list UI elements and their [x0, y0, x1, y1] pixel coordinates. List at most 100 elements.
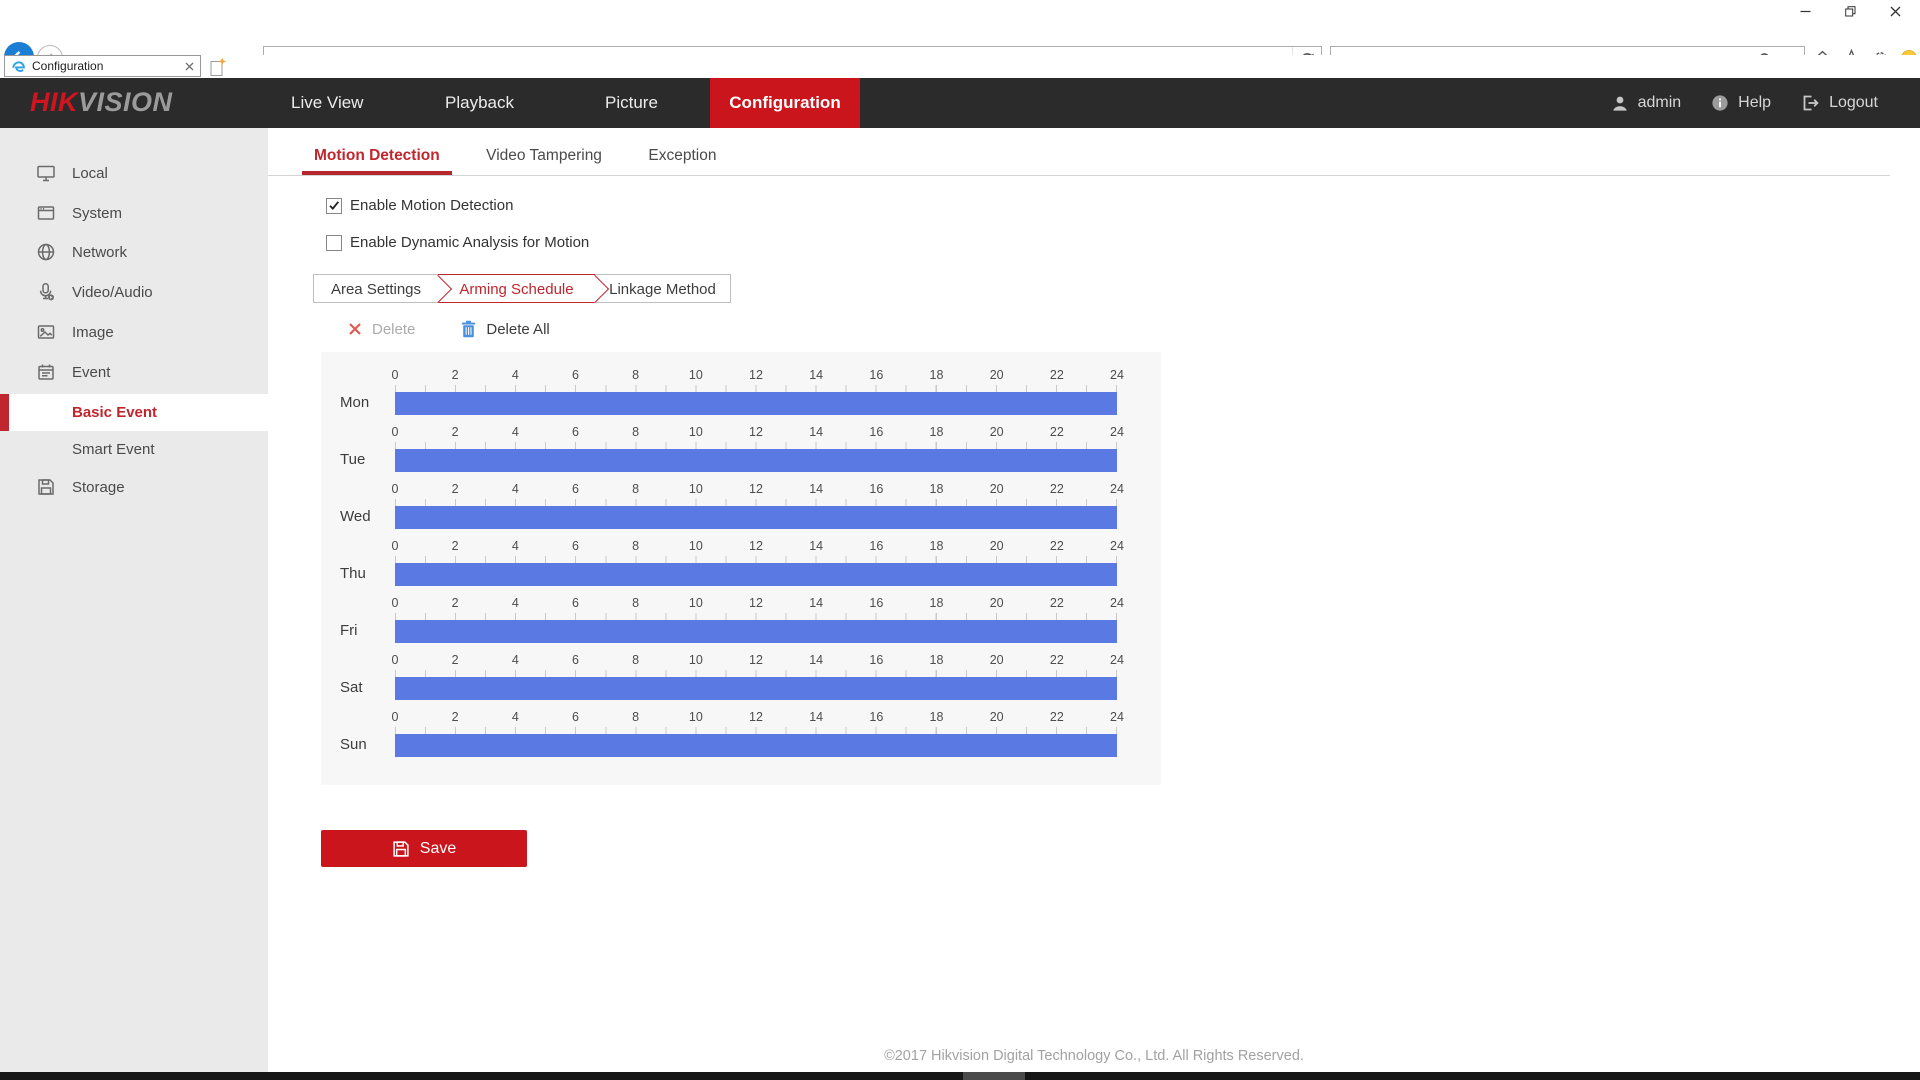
- timeline: 024681012141618202224: [395, 710, 1117, 757]
- tick-label: 18: [930, 653, 944, 667]
- schedule-track[interactable]: [395, 734, 1117, 757]
- tick-label: 24: [1110, 539, 1124, 553]
- tick-label: 0: [392, 710, 399, 724]
- browser-tab[interactable]: Configuration: [4, 55, 201, 77]
- save-floppy-icon: [392, 840, 410, 858]
- tick-label: 20: [990, 425, 1004, 439]
- close-button[interactable]: [1873, 0, 1918, 22]
- tick-label: 12: [749, 482, 763, 496]
- tick-label: 6: [572, 368, 579, 382]
- window-controls: [1783, 0, 1918, 22]
- schedule-row: Sun024681012141618202224: [321, 710, 1161, 767]
- save-button[interactable]: Save: [321, 830, 527, 867]
- hour-ruler: [395, 442, 1117, 449]
- header-user-area: admin Help Logout: [1611, 78, 1920, 128]
- tick-label: 10: [689, 653, 703, 667]
- tick-label: 20: [990, 539, 1004, 553]
- user-menu[interactable]: admin: [1611, 94, 1682, 112]
- trash-icon: [461, 320, 476, 338]
- schedule-bar[interactable]: [395, 449, 1117, 472]
- tick-label: 2: [452, 710, 459, 724]
- tick-label: 20: [990, 653, 1004, 667]
- schedule-bar[interactable]: [395, 734, 1117, 757]
- nav-configuration[interactable]: Configuration: [710, 78, 860, 128]
- tick-label: 2: [452, 368, 459, 382]
- subtab-linkage-method[interactable]: Linkage Method: [595, 274, 731, 303]
- tick-label: 16: [869, 596, 883, 610]
- sidebar-item-local[interactable]: Local: [0, 153, 268, 193]
- schedule-track[interactable]: [395, 620, 1117, 643]
- schedule-bar[interactable]: [395, 563, 1117, 586]
- sidebar-item-image[interactable]: Image: [0, 312, 268, 352]
- enable-dynamic-analysis-checkbox[interactable]: [326, 235, 342, 251]
- restore-button[interactable]: [1828, 0, 1873, 22]
- subtab-area-settings[interactable]: Area Settings: [313, 274, 438, 303]
- day-label: Thu: [340, 565, 366, 582]
- tick-label: 0: [392, 653, 399, 667]
- sidebar-item-network[interactable]: Network: [0, 232, 268, 272]
- timeline: 024681012141618202224: [395, 653, 1117, 700]
- tick-labels: 024681012141618202224: [395, 368, 1117, 385]
- day-label: Wed: [340, 508, 371, 525]
- schedule-track[interactable]: [395, 563, 1117, 586]
- tick-label: 6: [572, 596, 579, 610]
- schedule-track[interactable]: [395, 677, 1117, 700]
- tick-label: 24: [1110, 653, 1124, 667]
- minimize-icon: [1800, 6, 1811, 16]
- schedule-bar[interactable]: [395, 620, 1117, 643]
- delete-all-button[interactable]: Delete All: [461, 320, 549, 338]
- sidebar-item-video-audio[interactable]: Video/Audio: [0, 272, 268, 312]
- schedule-bar[interactable]: [395, 392, 1117, 415]
- save-label: Save: [420, 840, 456, 858]
- tab-exception[interactable]: Exception: [636, 142, 728, 175]
- timeline: 024681012141618202224: [395, 425, 1117, 472]
- new-tab-button[interactable]: [206, 56, 230, 77]
- tick-label: 2: [452, 653, 459, 667]
- tick-label: 16: [869, 425, 883, 439]
- tick-label: 14: [809, 653, 823, 667]
- tick-label: 12: [749, 653, 763, 667]
- schedule-track[interactable]: [395, 449, 1117, 472]
- sidebar-item-basic-event[interactable]: Basic Event: [0, 394, 277, 431]
- tab-video-tampering[interactable]: Video Tampering: [474, 142, 614, 175]
- sidebar-item-event[interactable]: Event: [0, 352, 268, 392]
- enable-motion-detection-checkbox[interactable]: [326, 198, 342, 214]
- tick-label: 14: [809, 368, 823, 382]
- tick-label: 2: [452, 596, 459, 610]
- sidebar-item-label: Network: [72, 244, 127, 261]
- day-label: Sat: [340, 679, 363, 696]
- sidebar-item-system[interactable]: System: [0, 193, 268, 233]
- tab-motion-detection[interactable]: Motion Detection: [302, 142, 452, 175]
- tick-label: 6: [572, 539, 579, 553]
- schedule-bar[interactable]: [395, 677, 1117, 700]
- schedule-bar[interactable]: [395, 506, 1117, 529]
- sidebar-item-label: Video/Audio: [72, 284, 153, 301]
- hikvision-logo: HIKVISION: [30, 87, 173, 118]
- tick-label: 8: [632, 482, 639, 496]
- timeline: 024681012141618202224: [395, 596, 1117, 643]
- help-button[interactable]: Help: [1711, 94, 1771, 112]
- delete-button[interactable]: Delete: [348, 321, 415, 338]
- logout-label: Logout: [1829, 94, 1878, 112]
- main-content: Motion Detection Video Tampering Excepti…: [268, 128, 1920, 1072]
- image-icon: [36, 322, 56, 342]
- schedule-track[interactable]: [395, 506, 1117, 529]
- tick-label: 12: [749, 539, 763, 553]
- nav-playback[interactable]: Playback: [445, 78, 514, 128]
- minimize-button[interactable]: [1783, 0, 1828, 22]
- tab-close-icon[interactable]: [185, 62, 194, 71]
- tick-label: 16: [869, 539, 883, 553]
- logout-button[interactable]: Logout: [1801, 94, 1878, 112]
- subtab-arming-schedule[interactable]: Arming Schedule: [438, 274, 595, 303]
- tick-label: 8: [632, 710, 639, 724]
- tick-labels: 024681012141618202224: [395, 482, 1117, 499]
- nav-picture[interactable]: Picture: [605, 78, 658, 128]
- tick-label: 22: [1050, 368, 1064, 382]
- storage-floppy-icon: [36, 477, 56, 497]
- schedule-track[interactable]: [395, 392, 1117, 415]
- sidebar-item-storage[interactable]: Storage: [0, 467, 268, 507]
- hour-ruler: [395, 385, 1117, 392]
- sidebar-item-smart-event[interactable]: Smart Event: [0, 429, 268, 469]
- nav-live-view[interactable]: Live View: [291, 78, 363, 128]
- tick-label: 8: [632, 596, 639, 610]
